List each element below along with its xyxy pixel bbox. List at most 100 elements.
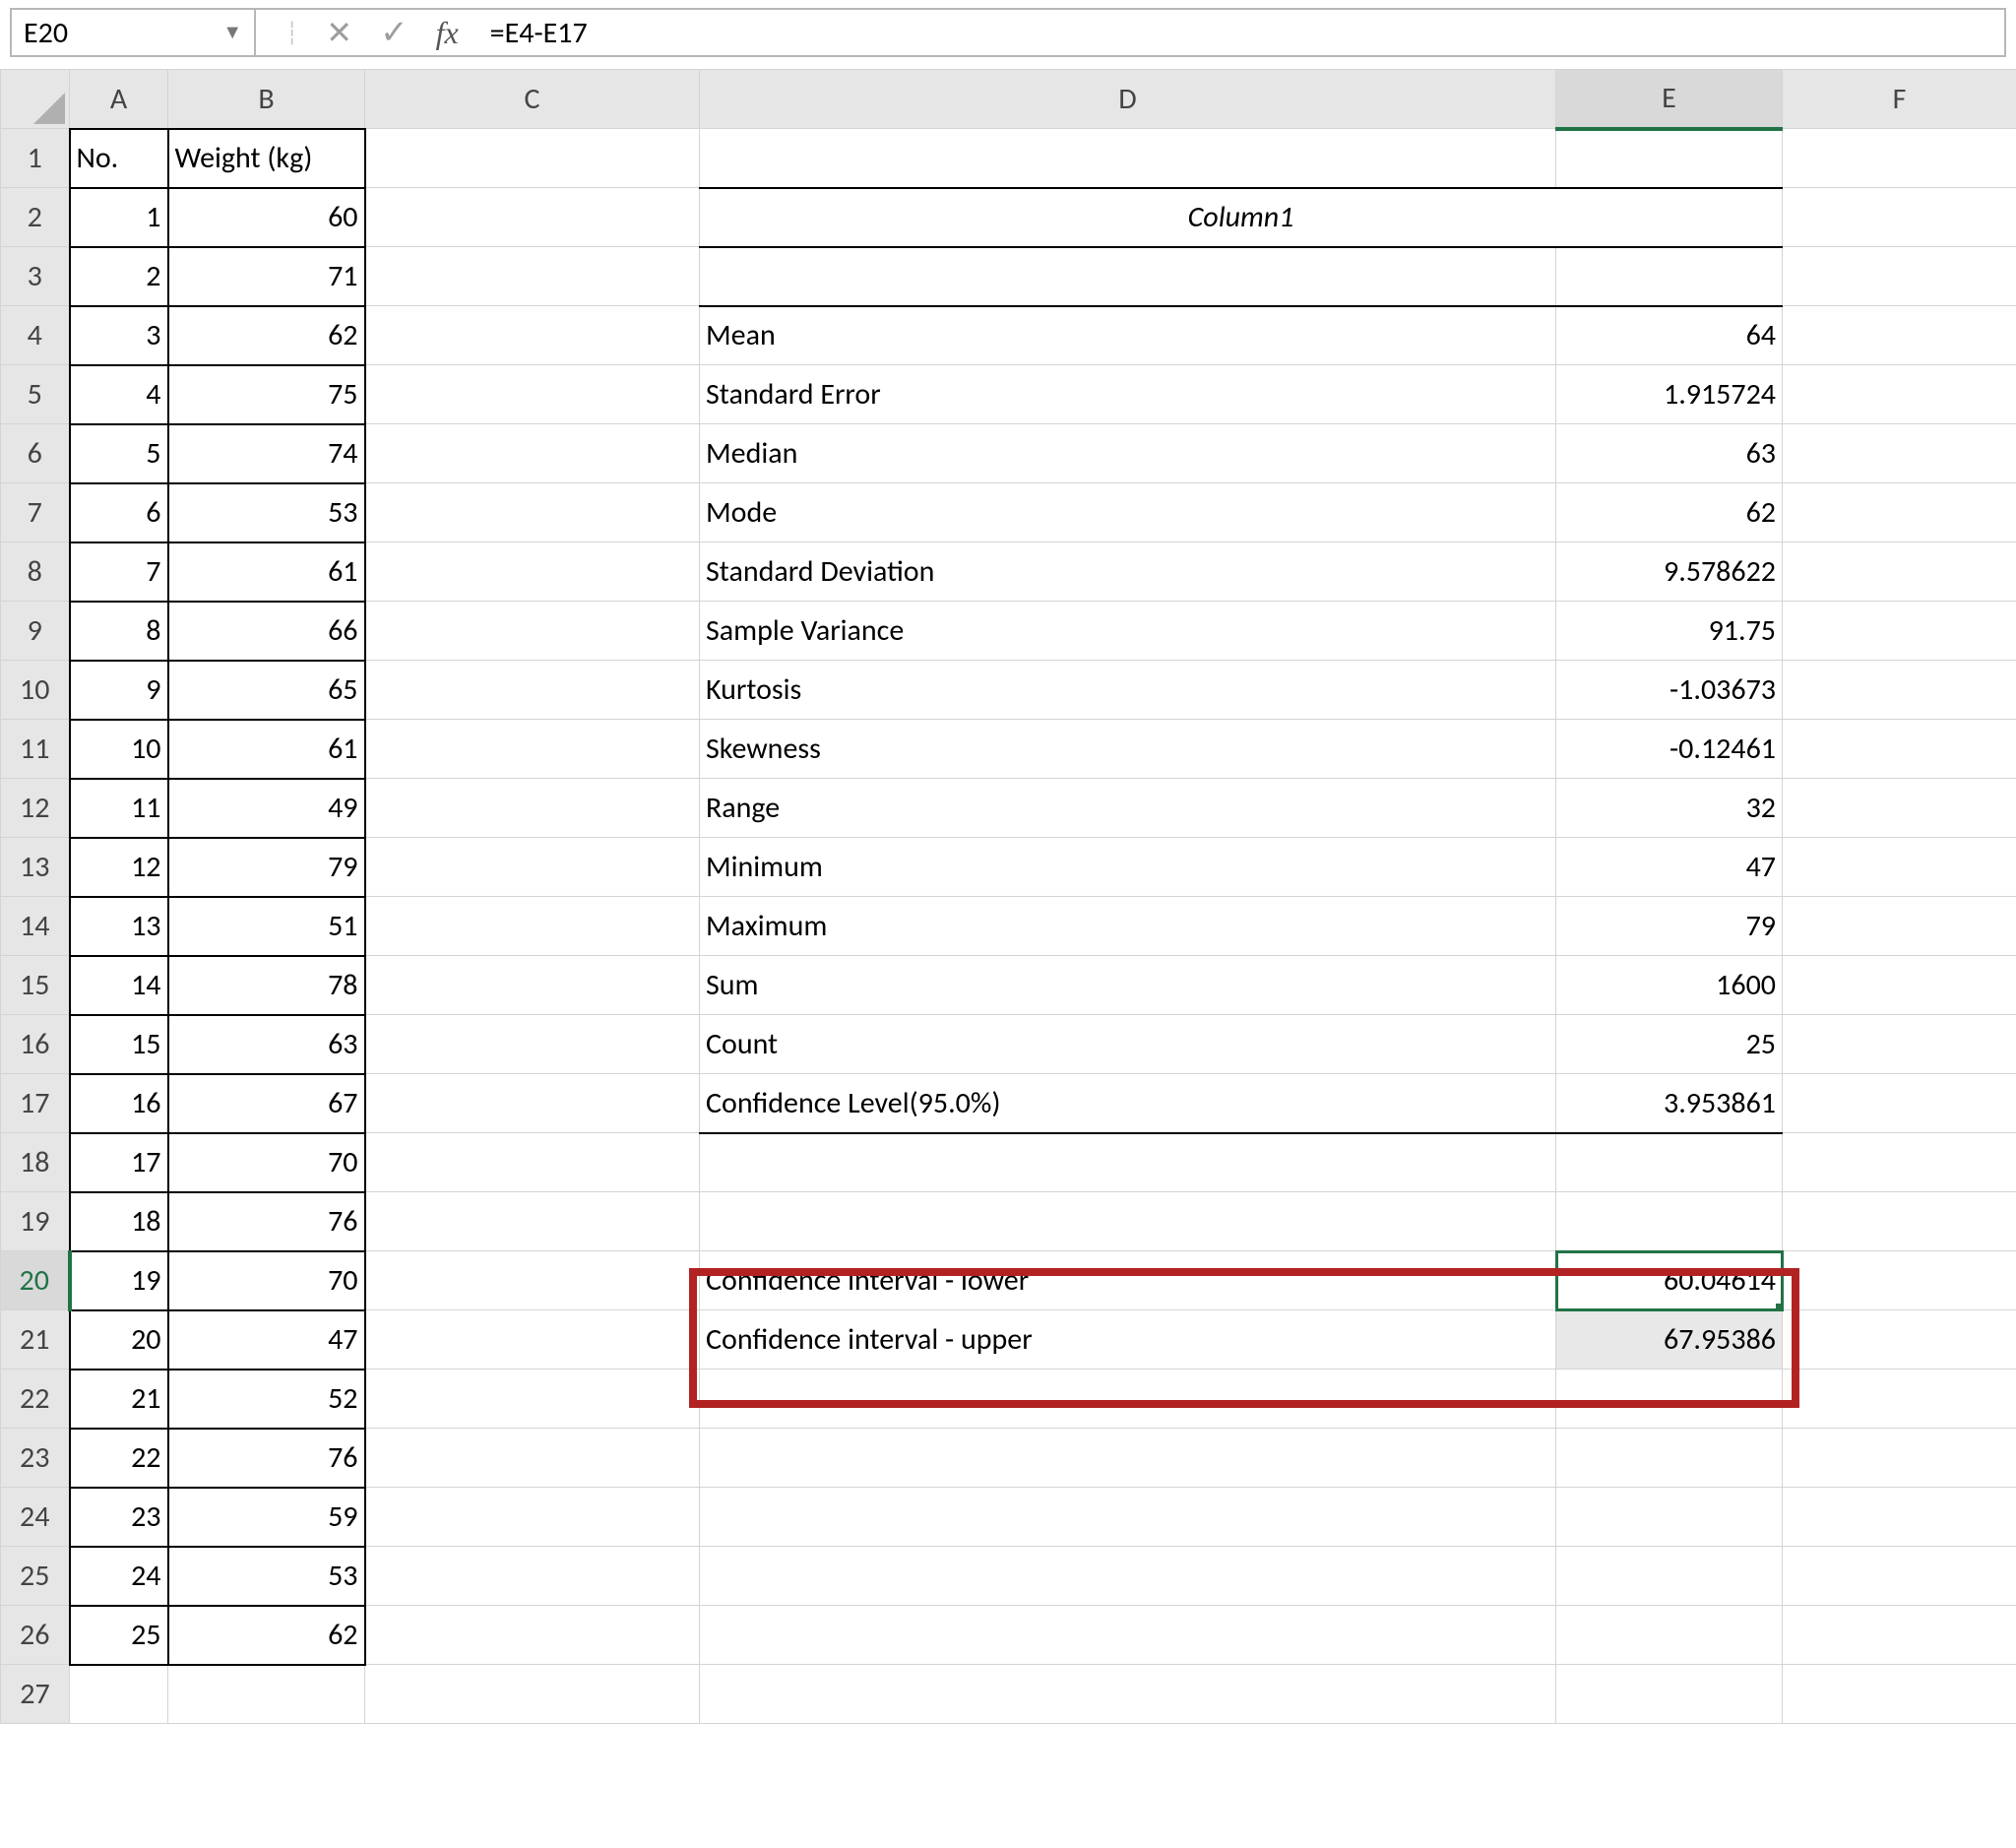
row-header[interactable]: 12 (1, 779, 70, 838)
cell[interactable]: 60 (168, 188, 365, 247)
cell[interactable] (365, 1015, 700, 1074)
ci-upper-value[interactable]: 67.95386 (1556, 1310, 1783, 1370)
row-header[interactable]: 24 (1, 1488, 70, 1547)
cell[interactable] (1556, 1488, 1783, 1547)
cell[interactable] (70, 1665, 168, 1724)
cell[interactable]: 70 (168, 1133, 365, 1192)
cell[interactable] (700, 1429, 1556, 1488)
cell[interactable] (1783, 779, 2016, 838)
stat-value[interactable]: 25 (1556, 1015, 1783, 1074)
cell[interactable] (365, 1370, 700, 1429)
cell[interactable] (1556, 1370, 1783, 1429)
cell[interactable]: 25 (70, 1606, 168, 1665)
cell[interactable] (365, 1488, 700, 1547)
stat-value[interactable]: 47 (1556, 838, 1783, 897)
cell[interactable] (1783, 1665, 2016, 1724)
cell[interactable]: 6 (70, 483, 168, 542)
stat-value[interactable]: -0.12461 (1556, 720, 1783, 779)
stat-label[interactable]: Median (700, 424, 1556, 483)
cell[interactable] (365, 661, 700, 720)
cell[interactable] (365, 365, 700, 424)
enter-icon[interactable]: ✓ (380, 13, 409, 53)
cell[interactable]: 2 (70, 247, 168, 306)
stat-value[interactable]: -1.03673 (1556, 661, 1783, 720)
cell[interactable]: 66 (168, 602, 365, 661)
cell[interactable]: 61 (168, 720, 365, 779)
row-header[interactable]: 19 (1, 1192, 70, 1251)
row-header[interactable]: 10 (1, 661, 70, 720)
cell[interactable]: 19 (70, 1251, 168, 1310)
cell[interactable] (365, 897, 700, 956)
stat-label[interactable]: Standard Deviation (700, 542, 1556, 602)
cell[interactable]: 53 (168, 483, 365, 542)
select-all-corner[interactable] (1, 70, 70, 129)
cell[interactable]: 61 (168, 542, 365, 602)
cell[interactable] (700, 1133, 1556, 1192)
cell[interactable] (365, 306, 700, 365)
name-box[interactable]: E20 ▼ (10, 8, 256, 57)
cell[interactable] (1556, 1192, 1783, 1251)
cell[interactable]: 15 (70, 1015, 168, 1074)
cell[interactable]: 62 (168, 1606, 365, 1665)
ci-upper-label[interactable]: Confidence interval - upper (700, 1310, 1556, 1370)
cell[interactable]: 11 (70, 779, 168, 838)
cell[interactable]: 74 (168, 424, 365, 483)
cell[interactable] (1783, 1488, 2016, 1547)
row-header[interactable]: 4 (1, 306, 70, 365)
cell[interactable]: 65 (168, 661, 365, 720)
cell-B1[interactable]: Weight (kg) (168, 129, 365, 188)
row-header[interactable]: 22 (1, 1370, 70, 1429)
cell-A1[interactable]: No. (70, 129, 168, 188)
cell[interactable] (365, 1192, 700, 1251)
col-header-B[interactable]: B (168, 70, 365, 129)
cell[interactable] (1783, 1370, 2016, 1429)
cell[interactable]: 52 (168, 1370, 365, 1429)
cell[interactable] (365, 129, 700, 188)
cell[interactable] (1783, 188, 2016, 247)
cell[interactable] (1783, 1606, 2016, 1665)
cell[interactable]: 76 (168, 1429, 365, 1488)
cell[interactable]: 21 (70, 1370, 168, 1429)
cell[interactable] (700, 1192, 1556, 1251)
cell[interactable] (1783, 1192, 2016, 1251)
row-header[interactable]: 14 (1, 897, 70, 956)
cell[interactable]: 79 (168, 838, 365, 897)
stat-label[interactable]: Maximum (700, 897, 1556, 956)
col-header-F[interactable]: F (1783, 70, 2016, 129)
cell[interactable] (1783, 365, 2016, 424)
col-header-E[interactable]: E (1556, 70, 1783, 129)
cell[interactable]: 1 (70, 188, 168, 247)
col-header-C[interactable]: C (365, 70, 700, 129)
cell[interactable] (700, 247, 1556, 306)
cell[interactable] (1783, 1310, 2016, 1370)
stat-label[interactable]: Mean (700, 306, 1556, 365)
stat-label[interactable]: Count (700, 1015, 1556, 1074)
cell[interactable] (365, 542, 700, 602)
cell[interactable]: 9 (70, 661, 168, 720)
cell[interactable] (1556, 1429, 1783, 1488)
ci-lower-label[interactable]: Confidence interval - lower (700, 1251, 1556, 1310)
stat-value[interactable]: 62 (1556, 483, 1783, 542)
cell[interactable] (1556, 1665, 1783, 1724)
cell[interactable] (365, 1665, 700, 1724)
cell[interactable]: 70 (168, 1251, 365, 1310)
cell[interactable]: 53 (168, 1547, 365, 1606)
cell[interactable] (700, 1547, 1556, 1606)
cell[interactable] (1783, 661, 2016, 720)
row-header[interactable]: 6 (1, 424, 70, 483)
row-header[interactable]: 20 (1, 1251, 70, 1310)
cell[interactable]: 62 (168, 306, 365, 365)
stat-value[interactable]: 1.915724 (1556, 365, 1783, 424)
cell[interactable] (365, 1133, 700, 1192)
col-header-D[interactable]: D (700, 70, 1556, 129)
cell[interactable]: 76 (168, 1192, 365, 1251)
stat-label[interactable]: Confidence Level(95.0%) (700, 1074, 1556, 1133)
cell[interactable] (700, 1665, 1556, 1724)
cell[interactable]: 5 (70, 424, 168, 483)
row-header[interactable]: 1 (1, 129, 70, 188)
cell[interactable] (1783, 838, 2016, 897)
row-header[interactable]: 13 (1, 838, 70, 897)
cell[interactable]: 10 (70, 720, 168, 779)
cell[interactable] (1783, 1429, 2016, 1488)
row-header[interactable]: 17 (1, 1074, 70, 1133)
